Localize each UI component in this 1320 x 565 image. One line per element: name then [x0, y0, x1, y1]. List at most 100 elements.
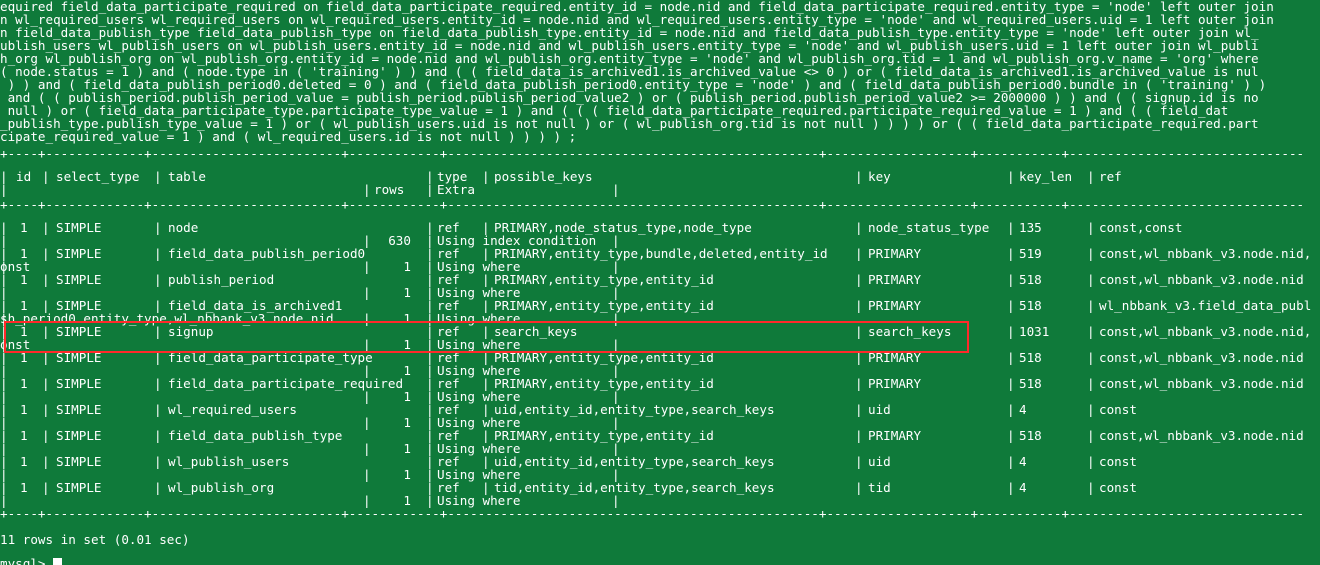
- column-separator: |: [1007, 298, 1015, 313]
- row-key-len: 4: [1019, 402, 1027, 417]
- column-separator: |: [154, 402, 162, 417]
- column-separator: |: [363, 182, 371, 197]
- row-ref: const,wl_nbbank_v3.node.nid: [1099, 272, 1304, 287]
- column-separator: |: [363, 285, 371, 300]
- row-select-type: SIMPLE: [56, 480, 102, 495]
- row-select-type: SIMPLE: [56, 324, 102, 339]
- row-possible-keys: PRIMARY,entity_type,entity_id: [494, 376, 714, 391]
- row-ref: const: [1099, 402, 1137, 417]
- row-key: PRIMARY: [868, 298, 922, 313]
- column-separator: |: [1007, 169, 1015, 184]
- column-separator: |: [42, 428, 50, 443]
- row-select-type: SIMPLE: [56, 246, 102, 261]
- column-header-possible-keys: possible_keys: [494, 169, 593, 184]
- row-rows: 1: [403, 285, 411, 300]
- column-separator: |: [42, 324, 50, 339]
- column-separator: |: [42, 376, 50, 391]
- column-separator: |: [1087, 246, 1095, 261]
- column-separator: |: [154, 324, 162, 339]
- row-possible-keys: PRIMARY,entity_type,entity_id: [494, 298, 714, 313]
- row-table-name: signup: [168, 324, 214, 339]
- row-select-type: SIMPLE: [56, 454, 102, 469]
- column-separator: |: [1087, 428, 1095, 443]
- column-separator: |: [855, 272, 863, 287]
- column-separator: |: [363, 389, 371, 404]
- row-table-name: publish_period: [168, 272, 275, 287]
- column-separator: |: [1087, 454, 1095, 469]
- row-key-len: 519: [1019, 246, 1042, 261]
- row-ref: const: [1099, 454, 1137, 469]
- row-key: uid: [868, 454, 891, 469]
- row-key: PRIMARY: [868, 272, 922, 287]
- row-select-type: SIMPLE: [56, 402, 102, 417]
- column-separator: |: [154, 454, 162, 469]
- row-possible-keys: PRIMARY,entity_type,entity_id: [494, 272, 714, 287]
- column-separator: |: [363, 441, 371, 456]
- row-id: 1: [20, 272, 28, 287]
- row-possible-keys: PRIMARY,entity_type,bundle,deleted,entit…: [494, 246, 828, 261]
- table-border: +----+-------------+--------------------…: [0, 506, 1305, 521]
- column-separator: |: [1007, 402, 1015, 417]
- column-separator: |: [154, 169, 162, 184]
- row-select-type: SIMPLE: [56, 272, 102, 287]
- column-separator: |: [1007, 480, 1015, 495]
- column-separator: |: [612, 311, 620, 326]
- row-id: 1: [20, 402, 28, 417]
- column-separator: |: [0, 182, 8, 197]
- row-id: 1: [20, 428, 28, 443]
- column-separator: |: [855, 454, 863, 469]
- row-rows: 630: [388, 233, 411, 248]
- row-ref: const,wl_nbbank_v3.node.nid: [1099, 350, 1304, 365]
- row-ref: wl_nbbank_v3.field_data_publ: [1099, 298, 1312, 313]
- terminal-window[interactable]: equired field_data_participate_required …: [0, 0, 1320, 565]
- row-ref: const,const: [1099, 220, 1183, 235]
- row-rows: 1: [403, 259, 411, 274]
- row-select-type: SIMPLE: [56, 350, 102, 365]
- text-cursor: [53, 558, 63, 565]
- row-rows: 1: [403, 467, 411, 482]
- row-rows: 1: [403, 363, 411, 378]
- row-table-name: field_data_publish_period0: [168, 246, 366, 261]
- row-select-type: SIMPLE: [56, 220, 102, 235]
- column-separator: |: [1087, 376, 1095, 391]
- row-ref: const,wl_nbbank_v3.node.nid: [1099, 376, 1304, 391]
- column-separator: |: [612, 182, 620, 197]
- column-separator: |: [1087, 480, 1095, 495]
- row-possible-keys: PRIMARY,entity_type,entity_id: [494, 428, 714, 443]
- row-select-type: SIMPLE: [56, 428, 102, 443]
- column-separator: |: [1087, 272, 1095, 287]
- column-separator: |: [42, 272, 50, 287]
- column-separator: |: [154, 350, 162, 365]
- column-separator: |: [1007, 246, 1015, 261]
- row-key: PRIMARY: [868, 350, 922, 365]
- row-key-len: 518: [1019, 298, 1042, 313]
- row-table-name: wl_publish_org: [168, 480, 275, 495]
- row-key-len: 4: [1019, 454, 1027, 469]
- row-table-name: node: [168, 220, 199, 235]
- column-separator: |: [1007, 454, 1015, 469]
- column-separator: |: [1007, 350, 1015, 365]
- column-separator: |: [363, 467, 371, 482]
- column-separator: |: [855, 298, 863, 313]
- row-ref-overflow: sh_period0.entity_type,wl_nbbank_v3.node…: [0, 311, 334, 326]
- row-ref: const,wl_nbbank_v3.node.nid: [1099, 428, 1304, 443]
- row-possible-keys: uid,entity_id,entity_type,search_keys: [494, 454, 775, 469]
- row-table-name: field_data_publish_type: [168, 428, 343, 443]
- mysql-prompt[interactable]: mysql>: [0, 557, 63, 565]
- column-separator: |: [42, 454, 50, 469]
- row-key-len: 518: [1019, 272, 1042, 287]
- column-separator: |: [1007, 324, 1015, 339]
- column-header-key: key: [868, 169, 891, 184]
- row-rows: 1: [403, 441, 411, 456]
- column-separator: |: [855, 246, 863, 261]
- row-key: search_keys: [868, 324, 952, 339]
- column-header-table: table: [168, 169, 206, 184]
- column-separator: |: [855, 376, 863, 391]
- sql-line: cipate_required_value = 1 ) and ( wl_req…: [0, 129, 577, 144]
- column-separator: |: [154, 272, 162, 287]
- column-header-key-len: key_len: [1019, 169, 1073, 184]
- column-separator: |: [855, 220, 863, 235]
- column-separator: |: [1007, 428, 1015, 443]
- result-summary: 11 rows in set (0.01 sec): [0, 532, 190, 547]
- column-separator: |: [42, 246, 50, 261]
